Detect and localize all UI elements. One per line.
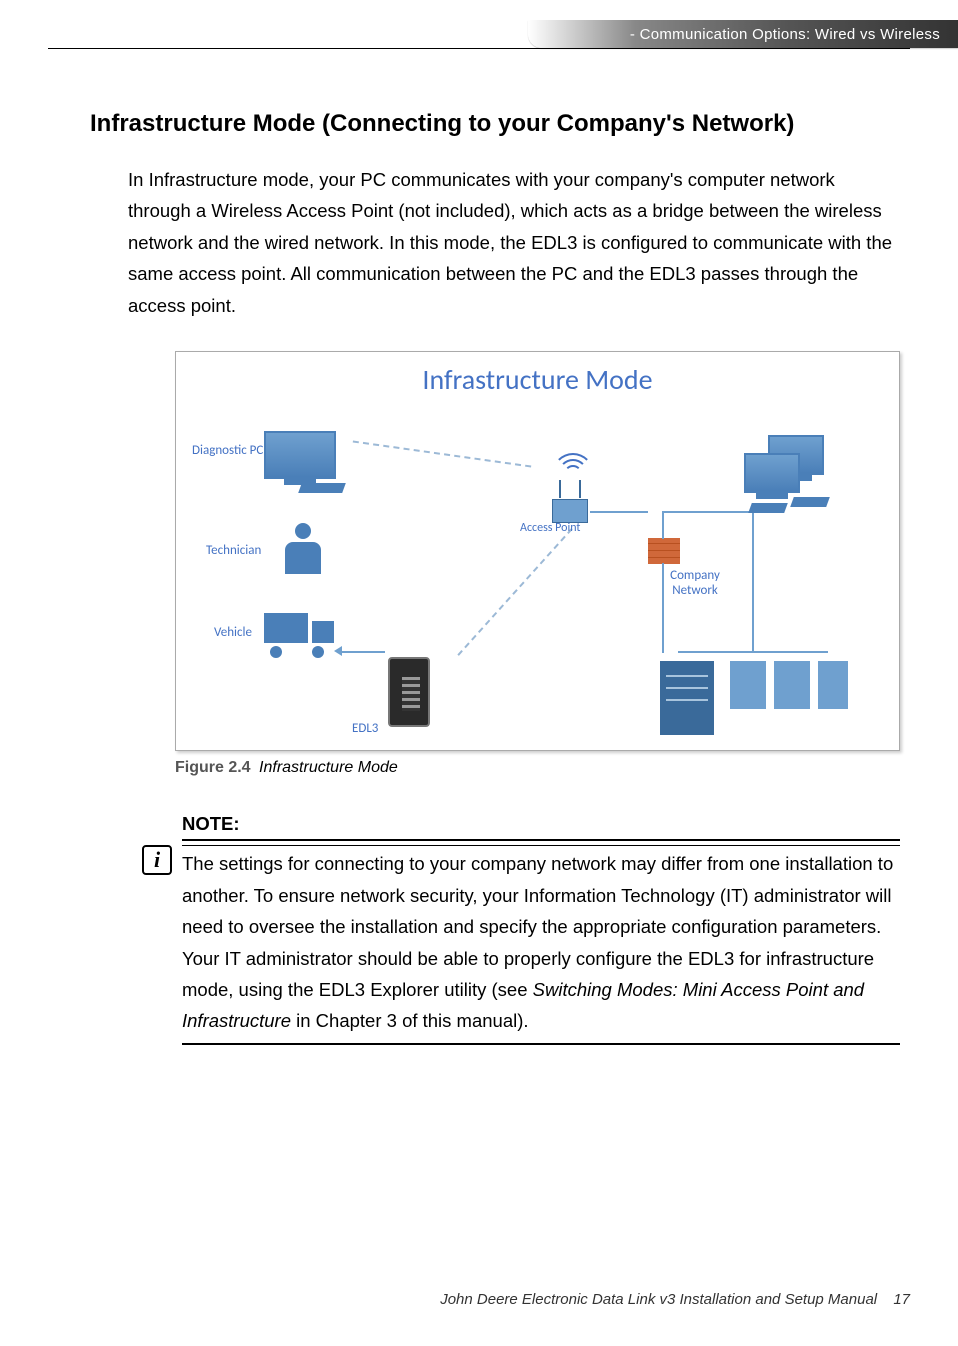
- server-rack-icon: [660, 661, 714, 735]
- server-icon: [730, 661, 766, 709]
- label-technician: Technician: [206, 543, 261, 558]
- wireless-link: [353, 441, 532, 468]
- note-rule: [182, 1043, 900, 1045]
- header-breadcrumb: - Communication Options: Wired vs Wirele…: [630, 26, 940, 43]
- keyboard-icon: [790, 497, 830, 507]
- header-band: - Communication Options: Wired vs Wirele…: [528, 20, 958, 48]
- keyboard-icon: [298, 483, 346, 493]
- figure-number: Figure 2.4: [175, 759, 251, 776]
- label-edl3: EDL3: [352, 721, 378, 736]
- header-rule: [48, 48, 910, 49]
- footer-page: 17: [893, 1291, 910, 1308]
- note-text-post: in Chapter 3 of this manual).: [291, 1010, 529, 1031]
- diagram: Diagnostic PC Technician Vehicle EDL3: [192, 403, 883, 743]
- section-paragraph: In Infrastructure mode, your PC communic…: [128, 164, 900, 321]
- monitor-icon: [744, 453, 800, 493]
- note-text-pre: The settings for connecting to your comp…: [182, 853, 893, 1000]
- wifi-waves-icon: [548, 443, 598, 493]
- connector-line: [337, 651, 385, 653]
- figure-box: Infrastructure Mode Diagnostic PC Techni…: [175, 351, 900, 751]
- figure-caption-text: Infrastructure Mode: [259, 759, 398, 776]
- footer-manual: John Deere Electronic Data Link v3 Insta…: [440, 1291, 877, 1308]
- note-label: NOTE:: [182, 813, 900, 835]
- connector-line: [752, 513, 754, 653]
- connector-line: [662, 563, 664, 653]
- label-diagnostic-pc: Diagnostic PC: [192, 443, 263, 458]
- note-block: NOTE: i The settings for connecting to y…: [142, 813, 900, 1045]
- note-rule: [182, 839, 900, 841]
- note-body: The settings for connecting to your comp…: [182, 845, 900, 1037]
- edl3-device-icon: [388, 657, 430, 727]
- label-vehicle: Vehicle: [214, 625, 252, 640]
- keyboard-icon: [748, 503, 788, 513]
- figure-block: Infrastructure Mode Diagnostic PC Techni…: [175, 351, 900, 777]
- label-company-network: Company Network: [660, 568, 730, 598]
- footer: John Deere Electronic Data Link v3 Insta…: [440, 1291, 910, 1308]
- figure-caption: Figure 2.4 Infrastructure Mode: [175, 759, 900, 777]
- firewall-icon: [648, 538, 680, 564]
- connector-line: [662, 511, 752, 513]
- monitor-icon: [264, 431, 336, 479]
- access-point-icon: [552, 499, 588, 523]
- connector-line: [590, 511, 648, 513]
- connector-line: [678, 651, 828, 653]
- info-icon: i: [142, 845, 172, 875]
- truck-icon: [264, 613, 334, 658]
- section-title: Infrastructure Mode (Connecting to your …: [90, 110, 910, 138]
- figure-title: Infrastructure Mode: [192, 362, 883, 397]
- connector-line: [662, 511, 664, 539]
- server-icon: [774, 661, 810, 709]
- person-icon: [282, 523, 324, 581]
- server-icon: [818, 661, 848, 709]
- wireless-link: [457, 528, 572, 656]
- arrowhead-icon: [334, 646, 342, 656]
- label-access-point: Access Point: [520, 521, 580, 535]
